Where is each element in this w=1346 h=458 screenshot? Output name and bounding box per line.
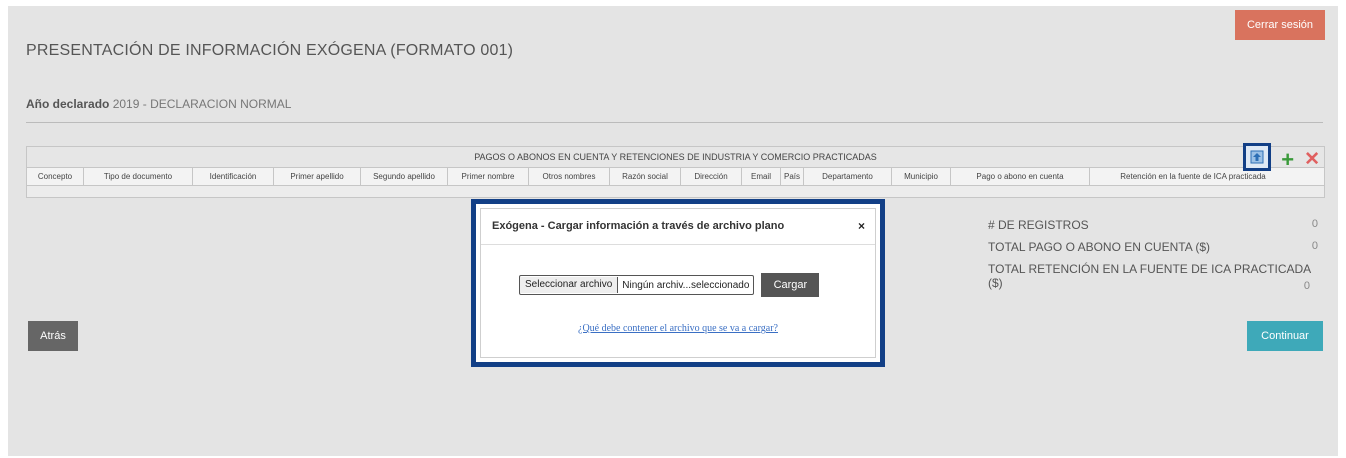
page-title: PRESENTACIÓN DE INFORMACIÓN EXÓGENA (FOR… [26,42,514,59]
dialog-title: Exógena - Cargar información a través de… [492,220,785,232]
total-retention-value: 0 [1303,280,1310,292]
close-icon[interactable]: ✕ [1304,150,1320,169]
upload-dialog: Exógena - Cargar información a través de… [480,208,876,358]
summary-panel: # DE REGISTROS 0 TOTAL PAGO O ABONO EN C… [988,218,1318,296]
records-label: # DE REGISTROS [988,218,1089,232]
declared-year: Año declarado 2019 - DECLARACION NORMAL [26,97,291,111]
column-header[interactable]: Primer nombre [448,168,529,185]
total-payment-row: TOTAL PAGO O ABONO EN CUENTA ($) 0 [988,240,1318,262]
file-input[interactable]: Seleccionar archivo Ningún archiv...sele… [519,275,755,295]
payments-grid: PAGOS O ABONOS EN CUENTA Y RETENCIONES D… [26,143,1325,198]
continue-button[interactable]: Continuar [1247,321,1323,351]
total-retention-value-row: 0 [988,280,1318,296]
total-payment-label: TOTAL PAGO O ABONO EN CUENTA ($) [988,240,1211,254]
column-header[interactable]: Identificación [193,168,274,185]
column-header[interactable]: Pago o abono en cuenta [951,168,1090,185]
logout-button[interactable]: Cerrar sesión [1235,10,1325,40]
grid-header-row: Concepto Tipo de documento Identificació… [27,168,1324,186]
column-header[interactable]: Razón social [610,168,681,185]
grid-toolbar: + ✕ [1243,143,1320,171]
declared-year-label: Año declarado [26,97,110,111]
column-header[interactable]: Concepto [27,168,84,185]
back-button[interactable]: Atrás [28,321,78,351]
column-header[interactable]: Dirección [681,168,742,185]
plus-icon[interactable]: + [1281,149,1294,171]
column-header[interactable]: Tipo de documento [84,168,193,185]
total-payment-value: 0 [1311,240,1318,252]
column-header[interactable]: Email [742,168,781,185]
select-file-button[interactable]: Seleccionar archivo [520,277,619,293]
records-value: 0 [1311,218,1318,230]
column-header[interactable]: Municipio [892,168,951,185]
upload-file-icon[interactable] [1243,143,1272,171]
divider [26,122,1323,123]
total-retention-row: TOTAL RETENCIÓN EN LA FUENTE DE ICA PRAC… [988,262,1318,290]
column-header[interactable]: País [781,168,804,185]
upload-dialog-highlight: Exógena - Cargar información a través de… [471,199,885,367]
selected-file-name: Ningún archiv...seleccionado [622,279,750,291]
column-header[interactable]: Departamento [804,168,892,185]
file-picker-row: Seleccionar archivo Ningún archiv...sele… [519,273,820,297]
file-requirements-link[interactable]: ¿Qué debe contener el archivo que se va … [481,323,875,334]
close-icon[interactable]: × [858,209,865,244]
column-header[interactable]: Primer apellido [274,168,361,185]
dialog-header: Exógena - Cargar información a través de… [481,209,875,245]
grid-caption: PAGOS O ABONOS EN CUENTA Y RETENCIONES D… [27,147,1324,168]
column-header[interactable]: Otros nombres [529,168,610,185]
column-header[interactable]: Segundo apellido [361,168,448,185]
load-button[interactable]: Cargar [761,273,820,297]
declared-year-value: 2019 - DECLARACION NORMAL [112,97,292,111]
records-row: # DE REGISTROS 0 [988,218,1318,240]
